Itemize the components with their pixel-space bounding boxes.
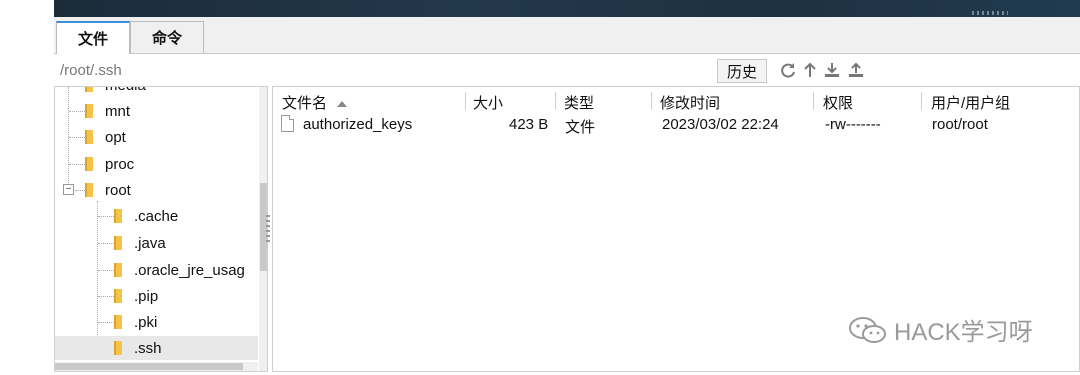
column-header-label: 文件名 xyxy=(282,95,328,112)
tree-item-pki[interactable]: .pki xyxy=(114,310,157,334)
tree-guide-line xyxy=(98,296,114,297)
column-separator[interactable] xyxy=(465,92,466,110)
tree-item-label: .pip xyxy=(134,287,159,305)
tree-item-opt[interactable]: opt xyxy=(85,125,126,149)
column-header-name[interactable]: 文件名 xyxy=(282,92,348,113)
folder-icon xyxy=(85,130,93,144)
up-icon[interactable] xyxy=(800,60,820,80)
column-header-modified[interactable]: 修改时间 xyxy=(660,92,720,113)
wechat-icon xyxy=(849,316,886,343)
tree-item-label: proc xyxy=(105,155,135,173)
column-header-owner[interactable]: 用户/用户组 xyxy=(931,92,1010,113)
folder-icon xyxy=(114,289,122,303)
folder-icon xyxy=(85,183,93,197)
tree-guide-line xyxy=(98,243,114,244)
tree-guide-line xyxy=(98,322,114,323)
column-header-type[interactable]: 类型 xyxy=(564,92,594,113)
collapse-toggle[interactable]: − xyxy=(63,184,74,195)
file-permissions: -rw------- xyxy=(825,116,881,133)
tree-item-pip[interactable]: .pip xyxy=(114,284,158,308)
folder-icon xyxy=(114,341,122,355)
tree-item-ssh[interactable]: .ssh xyxy=(55,336,258,360)
column-header-permissions[interactable]: 权限 xyxy=(823,92,853,113)
column-separator[interactable] xyxy=(921,92,922,110)
tree-guide-line xyxy=(75,190,85,191)
tree-item-label: .cache xyxy=(134,207,179,225)
tree-item-label: .oracle_jre_usag xyxy=(134,261,245,279)
tree-item-label: .java xyxy=(134,234,166,252)
tree-item-java[interactable]: .java xyxy=(114,231,166,255)
tree-item-media[interactable]: media xyxy=(85,87,146,97)
tree-horizontal-scrollbar[interactable] xyxy=(55,362,258,371)
file-name[interactable]: authorized_keys xyxy=(303,116,412,133)
folder-icon xyxy=(114,236,122,250)
current-path[interactable]: /root/.ssh xyxy=(60,62,122,79)
folder-tree: media mnt opt proc − root .cache .java .… xyxy=(54,86,268,372)
download-icon[interactable] xyxy=(822,60,842,80)
folder-icon xyxy=(114,209,122,223)
folder-icon xyxy=(114,263,122,277)
watermark-text: HACK学习呀 xyxy=(894,319,1033,346)
tree-item-label: root xyxy=(105,181,131,199)
window-top-strip xyxy=(54,0,1080,17)
file-modified: 2023/03/02 22:24 xyxy=(662,116,779,133)
tree-item-root[interactable]: root xyxy=(85,178,131,202)
file-type: 文件 xyxy=(565,119,596,136)
tree-item-label: media xyxy=(105,87,146,94)
tree-item-label: mnt xyxy=(105,102,131,120)
panel-splitter[interactable] xyxy=(266,215,270,245)
column-header-size[interactable]: 大小 xyxy=(473,92,503,113)
scrollbar-thumb[interactable] xyxy=(55,363,243,370)
sort-ascending-icon xyxy=(337,101,348,108)
file-size: 423 B xyxy=(509,116,549,133)
tab-files[interactable]: 文件 xyxy=(56,21,130,54)
tab-bar: 文件 命令 xyxy=(54,17,1080,54)
file-icon xyxy=(281,115,294,132)
folder-icon xyxy=(85,157,93,171)
column-separator[interactable] xyxy=(813,92,814,110)
tab-commands[interactable]: 命令 xyxy=(130,21,204,53)
tree-guide-line xyxy=(97,201,98,349)
tree-guide-line xyxy=(69,164,85,165)
folder-icon xyxy=(85,87,93,92)
strip-dots xyxy=(972,11,1008,15)
tree-item-label: .ssh xyxy=(134,339,162,357)
watermark: HACK学习呀 xyxy=(848,312,1033,347)
column-separator[interactable] xyxy=(651,92,652,110)
tree-guide-line xyxy=(69,137,85,138)
tree-item-proc[interactable]: proc xyxy=(85,152,134,176)
tree-item-label: opt xyxy=(105,128,126,146)
folder-icon xyxy=(114,315,122,329)
history-button[interactable]: 历史 xyxy=(717,59,767,83)
tree-guide-line xyxy=(69,111,85,112)
file-owner: root/root xyxy=(932,116,988,133)
tree-item-label: .pki xyxy=(134,313,158,331)
tree-guide-line xyxy=(98,270,114,271)
tree-item-oracle-jre-usage[interactable]: .oracle_jre_usag xyxy=(114,258,245,282)
tree-guide-line xyxy=(68,87,69,191)
path-bar: /root/.ssh 历史 xyxy=(54,54,1080,86)
tree-item-cache[interactable]: .cache xyxy=(114,204,178,228)
upload-icon[interactable] xyxy=(846,60,866,80)
tree-guide-line xyxy=(98,216,114,217)
column-separator[interactable] xyxy=(555,92,556,110)
folder-icon xyxy=(85,104,93,118)
tree-item-mnt[interactable]: mnt xyxy=(85,99,130,123)
refresh-icon[interactable] xyxy=(778,60,798,80)
